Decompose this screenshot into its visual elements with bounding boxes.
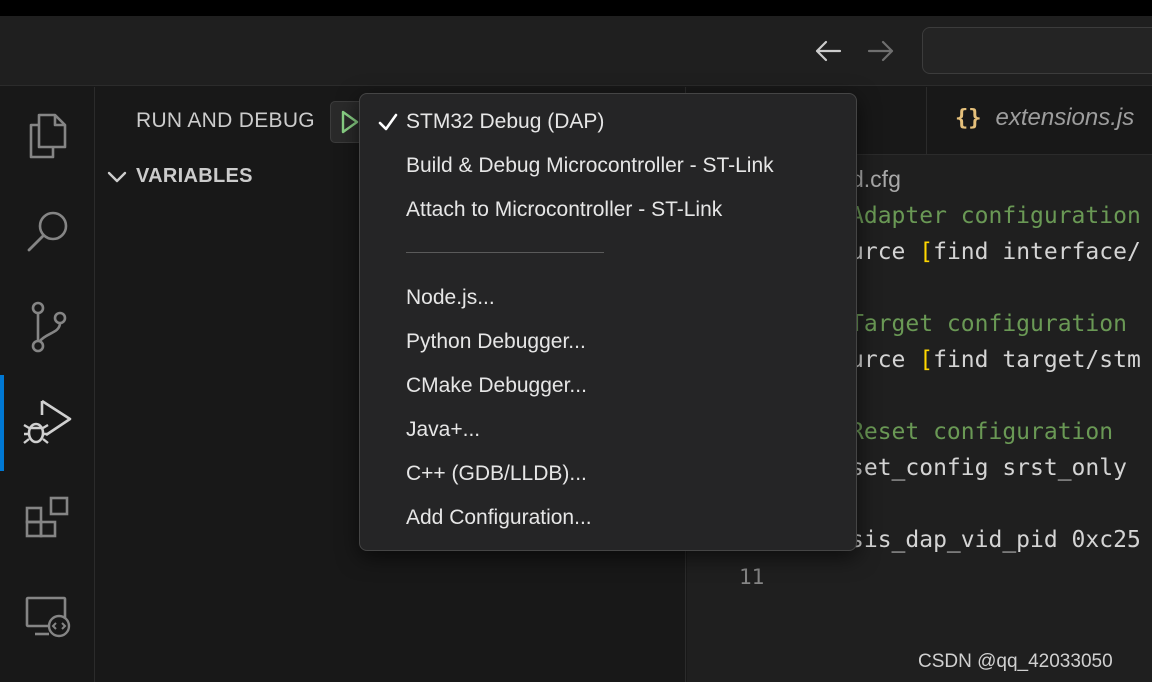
- search-icon: [27, 211, 67, 252]
- chevron-down-icon: [107, 171, 127, 182]
- debugger-option-python[interactable]: Python Debugger...: [406, 330, 586, 354]
- debugger-option-java[interactable]: Java+...: [406, 418, 480, 442]
- top-strip: [0, 0, 1152, 16]
- variables-section-label: VARIABLES: [136, 165, 253, 187]
- checkmark-icon: [378, 113, 398, 131]
- config-option-selected[interactable]: STM32 Debug (DAP): [406, 110, 604, 134]
- code-keyword: urce: [850, 239, 920, 265]
- activity-source-control[interactable]: [0, 279, 95, 375]
- code-line[interactable]: urce [find interface/: [850, 239, 1141, 265]
- debugger-option-cpp[interactable]: C++ (GDB/LLDB)...: [406, 462, 587, 486]
- menu-separator: [406, 252, 604, 253]
- forward-button[interactable]: [866, 36, 896, 66]
- code-keyword: urce: [850, 347, 920, 373]
- code-line[interactable]: Adapter configuration: [850, 203, 1141, 229]
- play-icon: [341, 110, 359, 134]
- code-line[interactable]: set_config srst_only: [850, 455, 1127, 481]
- code-line[interactable]: sis_dap_vid_pid 0xc25: [850, 527, 1141, 553]
- code-line[interactable]: Reset configuration: [850, 419, 1113, 445]
- command-center-search[interactable]: [922, 27, 1152, 74]
- activity-remote-explorer[interactable]: [0, 567, 95, 663]
- activity-extensions[interactable]: [0, 471, 95, 567]
- watermark: CSDN @qq_42033050: [918, 651, 1113, 672]
- config-option[interactable]: Attach to Microcontroller - ST-Link: [406, 198, 722, 222]
- explorer-icon: [29, 113, 66, 159]
- code-line[interactable]: urce [find target/stm: [850, 347, 1141, 373]
- code-text: find target/stm: [933, 347, 1141, 373]
- back-button[interactable]: [813, 36, 843, 66]
- tab-extensions-json[interactable]: {} extensions.js: [955, 104, 1134, 132]
- launch-configuration-dropdown: STM32 Debug (DAP) Build & Debug Microcon…: [359, 93, 857, 551]
- forward-arrow-icon: [867, 40, 894, 62]
- remote-explorer-icon: [25, 596, 70, 638]
- json-icon: {}: [955, 105, 982, 131]
- config-option[interactable]: Build & Debug Microcontroller - ST-Link: [406, 154, 774, 178]
- breadcrumb[interactable]: d.cfg: [851, 166, 901, 193]
- tab-label: extensions.js: [995, 104, 1135, 131]
- activity-bar: [0, 87, 95, 682]
- run-debug-icon: [22, 399, 71, 444]
- code-bracket: [: [919, 239, 934, 265]
- code-bracket: [: [919, 347, 934, 373]
- sidebar-title: RUN AND DEBUG: [136, 109, 315, 132]
- debugger-option-cmake[interactable]: CMake Debugger...: [406, 374, 587, 398]
- activity-run-debug[interactable]: [0, 375, 95, 471]
- code-line[interactable]: Target configuration: [850, 311, 1127, 337]
- code-text: find interface/: [933, 239, 1141, 265]
- extensions-icon: [25, 496, 68, 538]
- add-configuration-option[interactable]: Add Configuration...: [406, 506, 592, 530]
- activity-explorer[interactable]: [0, 87, 95, 183]
- title-bar: [0, 16, 1152, 86]
- variables-section-header[interactable]: VARIABLES: [106, 165, 253, 188]
- source-control-icon: [31, 301, 66, 353]
- line-number: 11: [739, 565, 765, 589]
- activity-search[interactable]: [0, 183, 95, 279]
- debugger-option-nodejs[interactable]: Node.js...: [406, 286, 495, 310]
- tab-divider: [926, 87, 927, 155]
- back-arrow-icon: [815, 40, 842, 62]
